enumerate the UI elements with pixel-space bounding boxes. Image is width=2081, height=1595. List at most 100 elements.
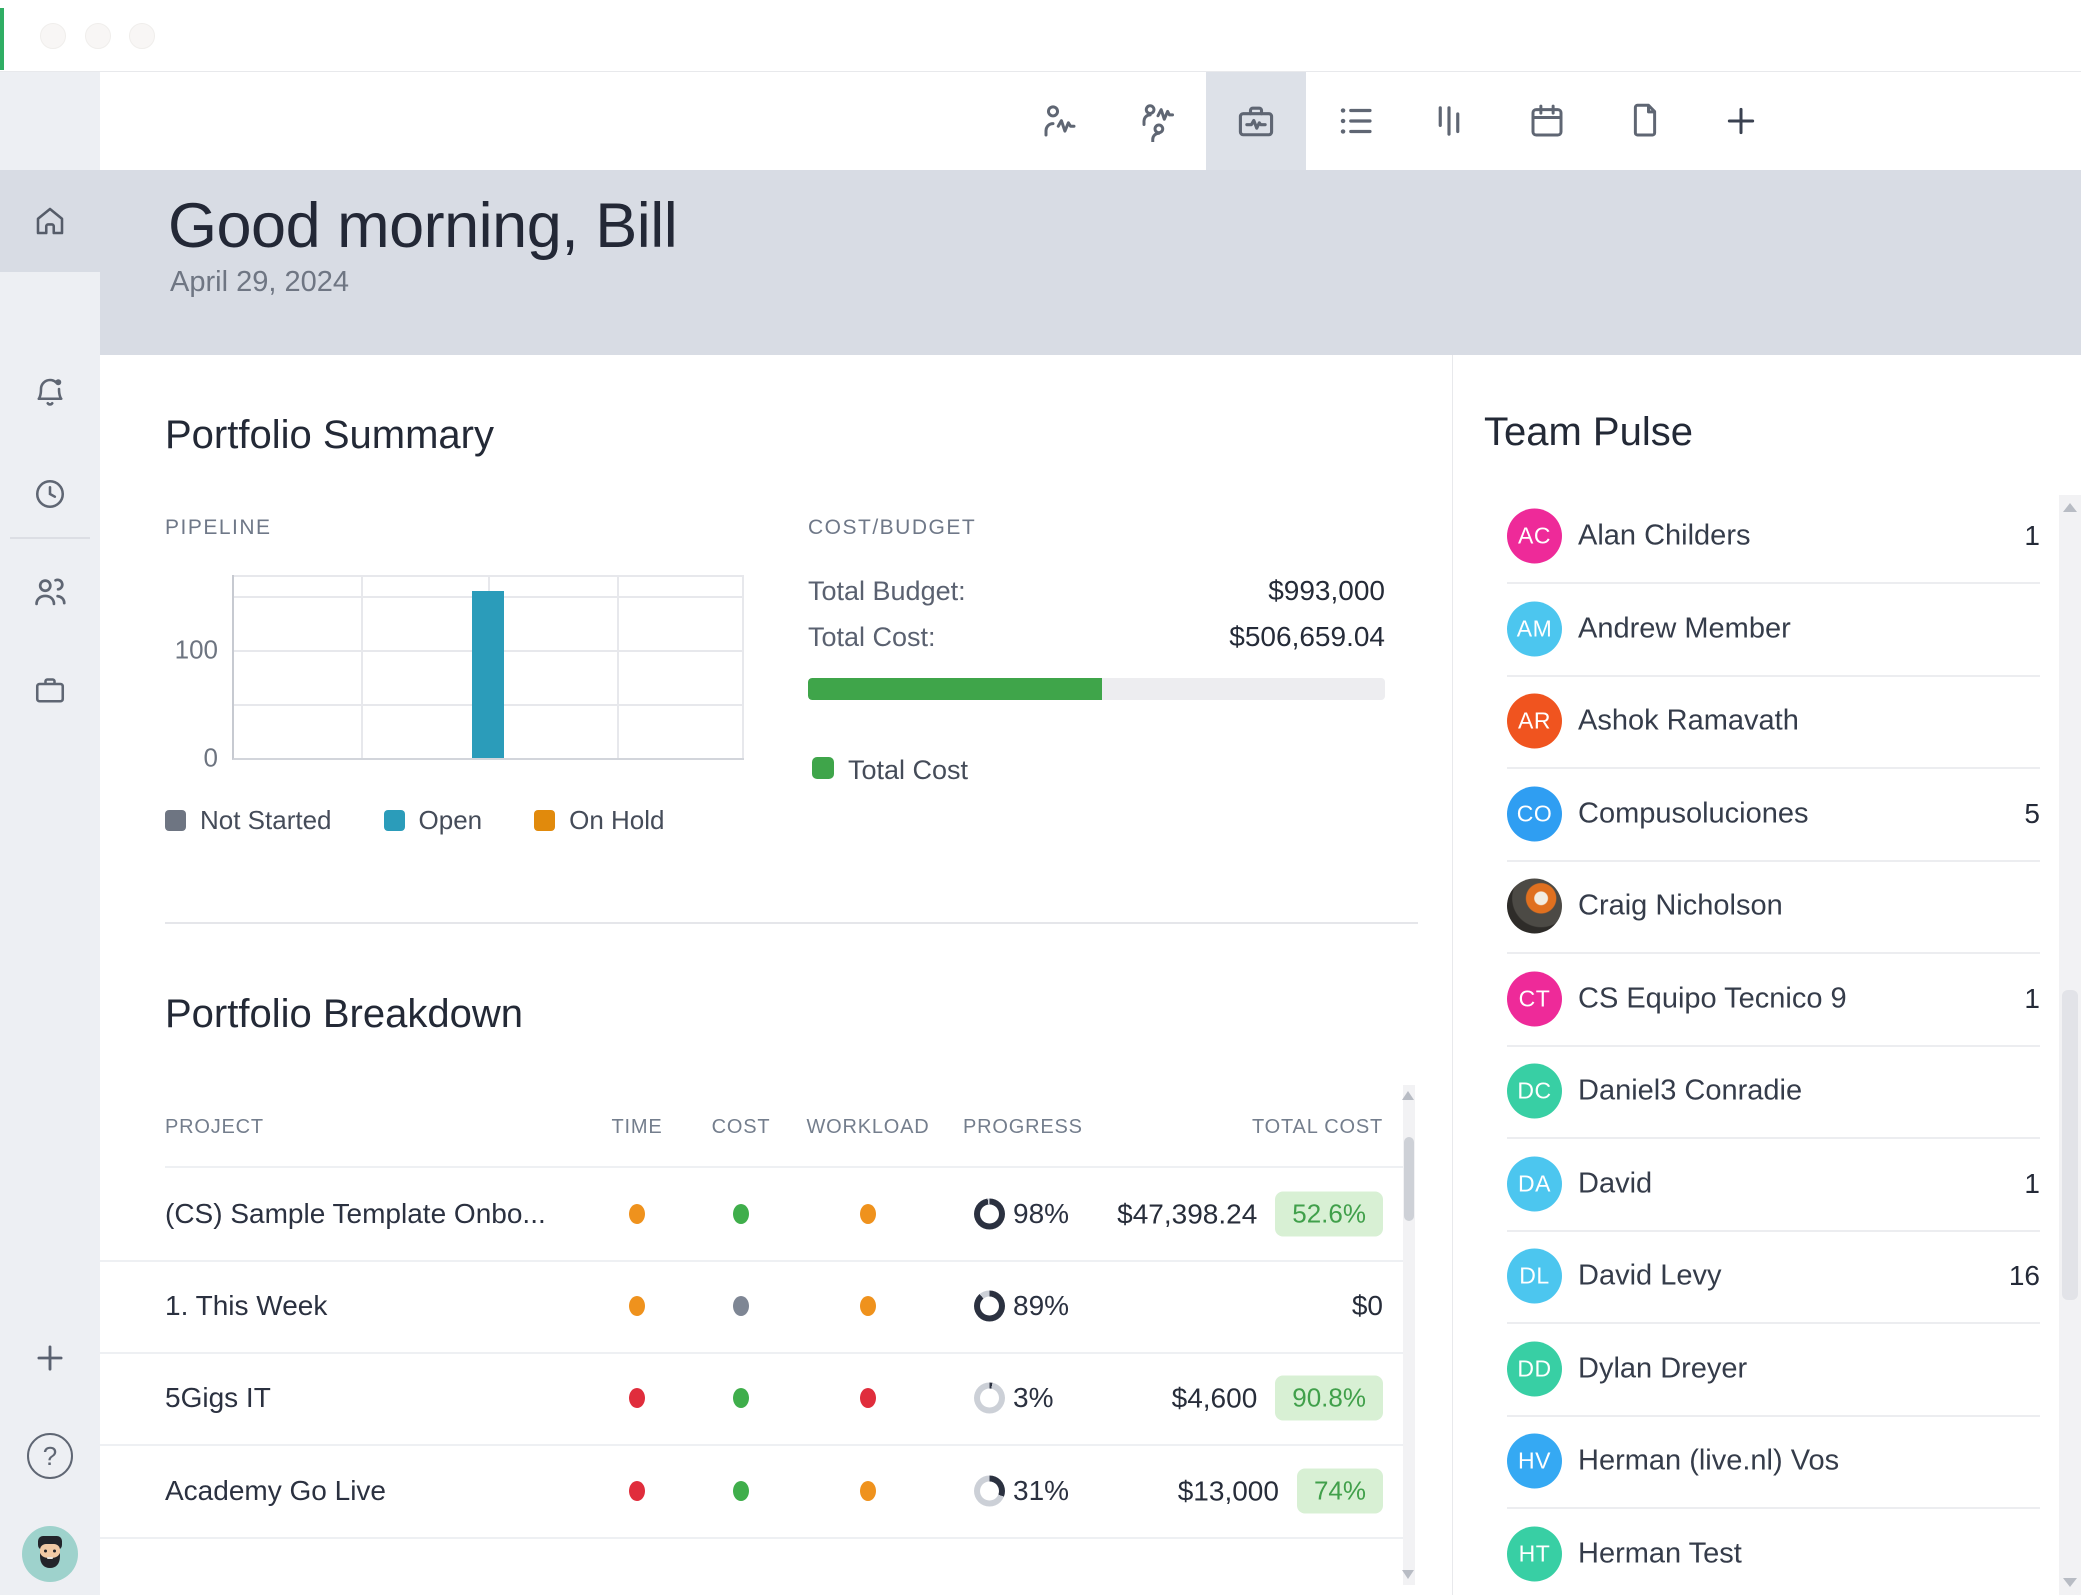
column-header-progress[interactable]: PROGRESS [963, 1116, 1083, 1139]
budget-badge: 52.6% [1275, 1192, 1383, 1237]
window-edge-accent [0, 8, 4, 70]
member-avatar: CO [1507, 787, 1562, 842]
member-count: 5 [2024, 798, 2040, 830]
column-header-workload[interactable]: WORKLOAD [806, 1116, 929, 1139]
progress-ring [974, 1199, 1005, 1230]
team-pulse-scrollbar[interactable] [2059, 495, 2081, 1595]
on-hold-swatch [534, 810, 555, 831]
toolbar-calendar-button[interactable] [1497, 72, 1597, 170]
member-name: Herman Test [1578, 1538, 1742, 1571]
legend-label: Not Started [200, 805, 332, 836]
sidebar-add-button[interactable] [0, 1310, 100, 1406]
sidebar-item-projects[interactable] [0, 642, 100, 738]
window-close-button[interactable] [40, 23, 66, 49]
window-minimize-button[interactable] [85, 23, 111, 49]
team-member-row[interactable]: AR Ashok Ramavath [1507, 675, 2040, 769]
progress-ring [974, 1383, 1005, 1414]
toolbar-portfolio-health-button[interactable] [1206, 72, 1306, 170]
team-pulse-scrollbar-thumb[interactable] [2062, 990, 2078, 1300]
toolbar-user-report-button[interactable] [1010, 72, 1110, 170]
table-scrollbar-thumb[interactable] [1404, 1137, 1414, 1221]
column-header-total-cost[interactable]: TOTAL COST [1083, 1116, 1383, 1139]
team-member-row[interactable]: DC Daniel3 Conradie [1507, 1045, 2040, 1139]
member-avatar: DD [1507, 1342, 1562, 1397]
sidebar-item-timesheets[interactable] [0, 446, 100, 542]
team-member-row[interactable]: CO Compusoluciones 5 [1507, 768, 2040, 862]
sidebar-item-home[interactable] [0, 170, 100, 272]
member-avatar: AR [1507, 694, 1562, 749]
member-name: Dylan Dreyer [1578, 1353, 1747, 1386]
member-avatar: DL [1507, 1249, 1562, 1304]
workload-health-dot [860, 1204, 876, 1224]
legend-item-open: Open [384, 805, 483, 836]
cost-budget-label: COST/BUDGET [808, 516, 976, 540]
table-row[interactable]: 5Gigs IT 3% $4,600 90.8% [100, 1352, 1403, 1446]
member-name: Compusoluciones [1578, 798, 1809, 831]
portfolio-summary-title: Portfolio Summary [165, 413, 494, 458]
calendar-icon [1526, 100, 1568, 142]
y-axis-tick-0: 0 [138, 743, 218, 774]
open-swatch [384, 810, 405, 831]
team-member-row[interactable]: HV Herman (live.nl) Vos [1507, 1415, 2040, 1509]
legend-item-not-started: Not Started [165, 805, 332, 836]
progress-ring [974, 1291, 1005, 1322]
toolbar-add-button[interactable] [1691, 72, 1791, 170]
workload-health-dot [860, 1388, 876, 1408]
scroll-up-arrow[interactable] [1402, 1091, 1414, 1100]
legend-item-on-hold: On Hold [534, 805, 664, 836]
page-title: Good morning, Bill [168, 190, 677, 262]
scroll-up-arrow[interactable] [2063, 503, 2077, 512]
table-row[interactable]: Academy Go Live 31% $13,000 74% [100, 1445, 1403, 1539]
document-icon [1624, 100, 1666, 142]
toolbar-team-report-button[interactable] [1108, 72, 1208, 170]
member-avatar: AM [1507, 602, 1562, 657]
sidebar-user-avatar[interactable] [0, 1506, 100, 1595]
team-member-row[interactable]: AC Alan Childers 1 [1507, 490, 2040, 584]
team-icon [31, 573, 69, 611]
toolbar-list-button[interactable] [1306, 72, 1406, 170]
team-pulse-icon [1137, 100, 1179, 142]
team-member-row[interactable]: AM Andrew Member [1507, 583, 2040, 677]
window-zoom-button[interactable] [129, 23, 155, 49]
team-member-row[interactable]: DA David 1 [1507, 1138, 2040, 1232]
notification-dot [55, 379, 61, 385]
workload-health-dot [860, 1481, 876, 1501]
scroll-down-arrow[interactable] [1402, 1570, 1414, 1579]
sidebar-help-button[interactable]: ? [0, 1408, 100, 1504]
cost-health-dot [733, 1481, 749, 1501]
team-member-row[interactable]: CT CS Equipo Tecnico 9 1 [1507, 953, 2040, 1047]
waterfall-icon [1428, 100, 1470, 142]
budget-progress-bar [808, 678, 1385, 700]
table-scrollbar[interactable] [1403, 1085, 1415, 1585]
team-member-row[interactable]: DL David Levy 16 [1507, 1230, 2040, 1324]
pipeline-chart [232, 575, 744, 760]
team-member-row[interactable]: HT Herman Test [1507, 1508, 2040, 1595]
progress-percent: 3% [1013, 1382, 1053, 1414]
sidebar-item-team[interactable] [0, 544, 100, 640]
toolbar-document-button[interactable] [1595, 72, 1695, 170]
scroll-down-arrow[interactable] [2063, 1578, 2077, 1587]
progress-ring [974, 1476, 1005, 1507]
progress-percent: 98% [1013, 1198, 1069, 1230]
member-avatar-photo [1507, 879, 1562, 934]
member-name: Alan Childers [1578, 520, 1750, 553]
table-row[interactable]: 1. This Week 89% $0 [100, 1260, 1403, 1354]
member-count: 1 [2024, 983, 2040, 1015]
legend-label: Open [419, 805, 483, 836]
table-row[interactable]: (CS) Sample Template Onbo... 98% $47,398… [100, 1168, 1403, 1262]
member-name: Ashok Ramavath [1578, 705, 1799, 738]
project-name: (CS) Sample Template Onbo... [165, 1198, 465, 1230]
member-count: 1 [2024, 1168, 2040, 1200]
portfolio-dashboard: PM [0, 0, 2081, 1595]
member-name: Craig Nicholson [1578, 890, 1783, 923]
column-header-time[interactable]: TIME [612, 1116, 663, 1139]
toolbar-waterfall-button[interactable] [1399, 72, 1499, 170]
column-header-cost[interactable]: COST [712, 1116, 771, 1139]
sidebar-item-alerts[interactable] [0, 344, 100, 440]
column-header-project[interactable]: PROJECT [165, 1116, 264, 1139]
team-member-row[interactable]: DD Dylan Dreyer [1507, 1323, 2040, 1417]
member-count: 1 [2024, 520, 2040, 552]
team-member-row[interactable]: Craig Nicholson [1507, 860, 2040, 954]
cost-health-dot [733, 1296, 749, 1316]
not-started-swatch [165, 810, 186, 831]
